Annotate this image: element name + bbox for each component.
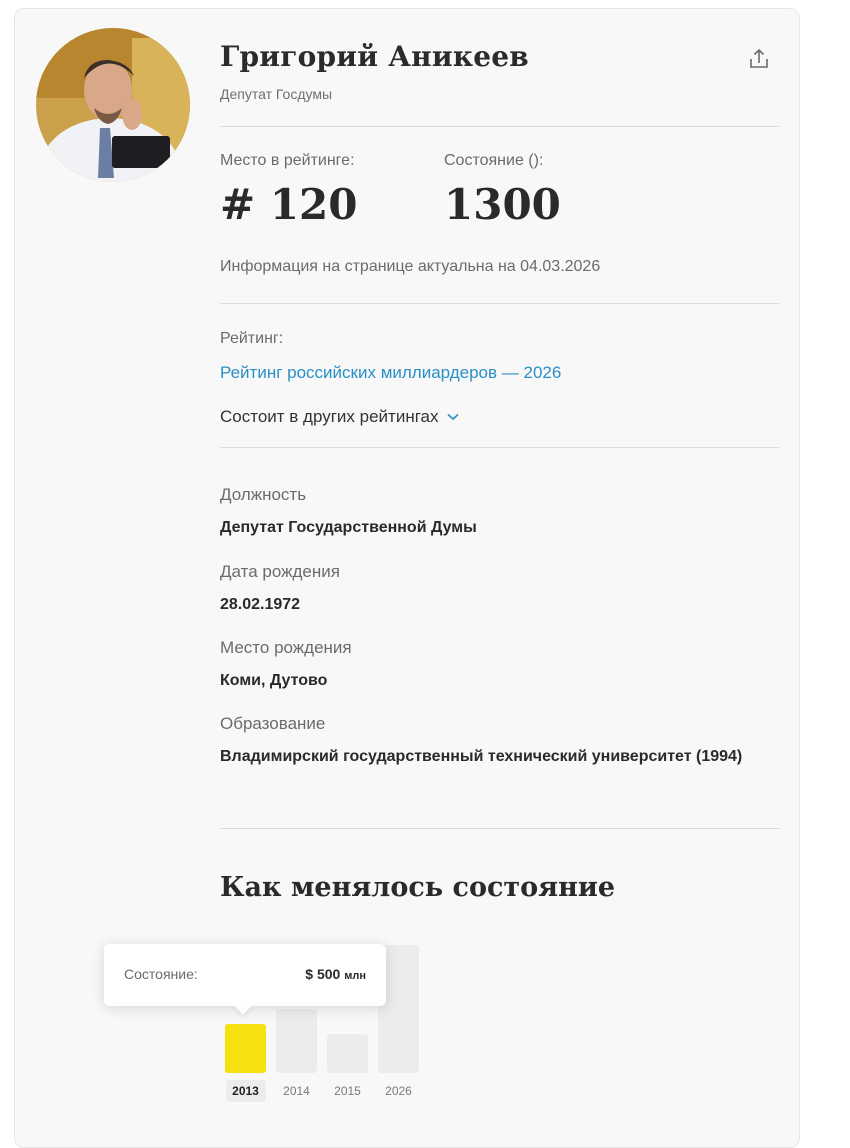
chart-bar-2013[interactable] xyxy=(225,1024,266,1073)
tooltip-label: Состояние: xyxy=(124,966,198,982)
fact-label-education: Образование xyxy=(220,714,326,733)
wealth-value: 1300 xyxy=(444,180,561,229)
chart-bar-2014[interactable] xyxy=(276,1009,317,1073)
fact-value-birthplace: Коми, Дутово xyxy=(220,672,328,689)
chevron-down-icon xyxy=(446,413,459,421)
fact-label-birthdate: Дата рождения xyxy=(220,562,340,581)
chart-year-label-2014: 2014 xyxy=(283,1084,310,1098)
chart-bar-2015[interactable] xyxy=(327,1034,368,1073)
rating-link[interactable]: Рейтинг российских миллиардеров — 2026 xyxy=(220,363,561,383)
divider xyxy=(220,126,779,127)
wealth-history-title: Как менялось состояние xyxy=(220,872,616,903)
divider xyxy=(220,828,779,829)
tooltip-amount: $ 500 xyxy=(305,966,341,982)
person-subtitle: Депутат Госдумы xyxy=(220,86,333,102)
chart-year-label-2013: 2013 xyxy=(232,1084,259,1098)
chart-tooltip: Состояние: $ 500 млн xyxy=(104,944,386,1006)
other-ratings-toggle[interactable]: Состоит в других рейтингах xyxy=(220,407,459,427)
fact-value-education: Владимирский государственный технический… xyxy=(220,748,743,765)
chart-year-label-2015: 2015 xyxy=(334,1084,361,1098)
fact-label-birthplace: Место рождения xyxy=(220,638,352,657)
chart-year-label-2026: 2026 xyxy=(385,1084,412,1098)
fact-label-position: Должность xyxy=(220,485,307,504)
rank-label: Место в рейтинге: xyxy=(220,152,355,169)
portrait-image xyxy=(36,28,190,182)
fact-value-birthdate: 28.02.1972 xyxy=(220,596,301,613)
person-name: Григорий Аникеев xyxy=(220,40,529,73)
divider xyxy=(220,447,779,448)
tooltip-unit: млн xyxy=(344,970,366,982)
share-icon xyxy=(750,48,768,68)
tooltip-value: $ 500 млн xyxy=(305,966,366,982)
fact-value-position: Депутат Государственной Думы xyxy=(220,519,477,536)
info-date: Информация на странице актуальна на 04.0… xyxy=(220,258,601,275)
wealth-label: Состояние (): xyxy=(444,152,544,169)
other-ratings-label: Состоит в других рейтингах xyxy=(220,407,439,426)
rank-value: # 120 xyxy=(220,180,358,229)
divider xyxy=(220,303,779,304)
avatar xyxy=(36,28,190,182)
share-button[interactable] xyxy=(744,44,774,74)
rating-label: Рейтинг: xyxy=(220,330,284,347)
